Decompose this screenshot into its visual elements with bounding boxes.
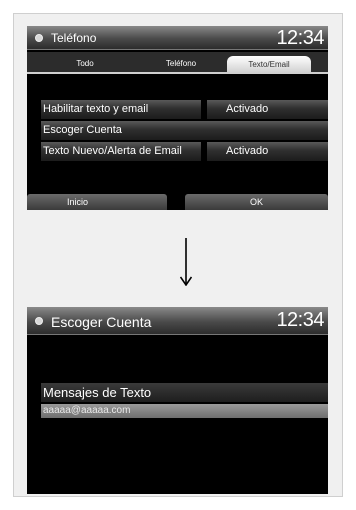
list-item-text-messages[interactable]: Mensajes de Texto [41, 383, 328, 402]
ok-button[interactable]: OK [185, 194, 328, 210]
setting-label: Habilitar texto y email [43, 103, 149, 115]
tab-texto-email[interactable]: Texto/Email [227, 56, 311, 73]
separator [201, 100, 207, 119]
title-bar: Teléfono 12:34 [27, 26, 328, 50]
phone-icon [35, 34, 43, 42]
setting-label: Texto Nuevo/Alerta de Email [43, 145, 182, 157]
tab-telefono[interactable]: Teléfono [137, 55, 225, 72]
setting-row-enable-text-email[interactable]: Habilitar texto y email Activado [41, 100, 328, 119]
choose-account-screen: Escoger Cuenta 12:34 Mensajes de Texto a… [27, 307, 328, 494]
phone-settings-screen: Teléfono 12:34 Todo Teléfono Texto/Email… [27, 26, 328, 210]
setting-value: Activado [226, 103, 269, 115]
down-arrow-icon [180, 238, 192, 286]
settings-list: Habilitar texto y email Activado Escoger… [41, 100, 328, 163]
clock: 12:34 [276, 27, 324, 49]
account-list: Mensajes de Texto aaaaa@aaaaa.com [41, 383, 328, 420]
separator [201, 142, 207, 161]
setting-row-choose-account[interactable]: Escoger Cuenta [41, 121, 328, 140]
tab-bar: Todo Teléfono Texto/Email [27, 52, 328, 74]
menu-icon [35, 317, 43, 325]
setting-row-new-text-alert[interactable]: Texto Nuevo/Alerta de Email Activado [41, 142, 328, 161]
home-button[interactable]: Inicio [27, 194, 167, 210]
setting-label: Escoger Cuenta [43, 124, 122, 136]
title-bar: Escoger Cuenta 12:34 [27, 307, 328, 335]
clock: 12:34 [276, 309, 324, 331]
screen-title: Escoger Cuenta [51, 314, 152, 330]
list-item-email-account[interactable]: aaaaa@aaaaa.com [41, 404, 328, 418]
tab-todo[interactable]: Todo [41, 55, 129, 72]
screen-title: Teléfono [51, 31, 97, 45]
bottom-bar: Inicio OK [27, 194, 328, 210]
setting-value: Activado [226, 145, 269, 157]
